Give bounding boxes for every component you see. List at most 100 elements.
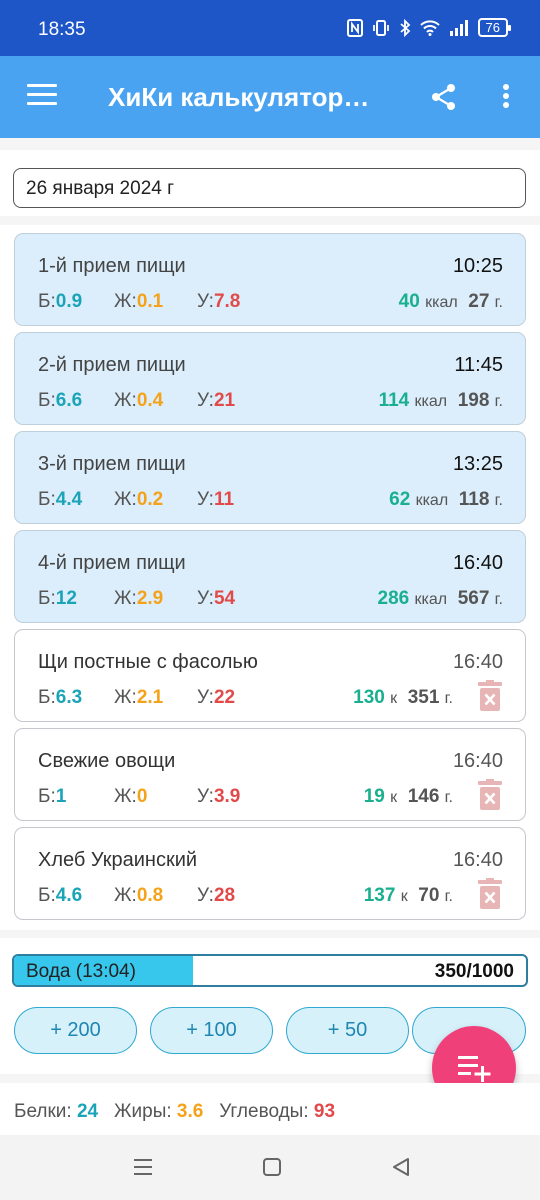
carbs-total-label: Углеводы: — [219, 1101, 309, 1122]
date-field[interactable]: 26 января 2024 г — [13, 168, 526, 208]
protein-value: 1 — [55, 786, 67, 807]
share-icon[interactable] — [430, 83, 458, 111]
fat-value: 0 — [136, 786, 148, 807]
grams-unit: г. — [494, 294, 503, 311]
food-name: Хлеб Украинский — [38, 849, 198, 871]
grams-value: 351 — [407, 687, 440, 708]
carbs-total: 93 — [313, 1101, 336, 1122]
meal-card[interactable]: 1-й прием пищи 10:25 Б:0.9 Ж:0.1 У:7.8 40 кка… — [14, 233, 526, 326]
meal-card[interactable]: 3-й прием пищи 13:25 Б:4.4 Ж:0.2 У:11 62 ккал… — [14, 431, 526, 524]
meal-time: 10:25 — [452, 255, 503, 277]
carbs-value: 3.9 — [213, 786, 241, 807]
fat-label: Ж: — [114, 291, 137, 312]
add-water-200-button[interactable]: + 200 — [14, 1007, 137, 1054]
protein-value: 0.9 — [55, 291, 83, 312]
back-icon[interactable] — [391, 1157, 411, 1177]
carbs-label: У: — [197, 687, 214, 708]
grams-value: 198 — [457, 390, 490, 411]
carbs-value: 11 — [213, 489, 235, 510]
fat-label: Ж: — [114, 885, 137, 906]
fat-value: 0.8 — [136, 885, 164, 906]
trash-icon[interactable] — [477, 878, 503, 910]
status-time: 18:35 — [38, 19, 86, 40]
protein-value: 4.6 — [55, 885, 83, 906]
carbs-label: У: — [197, 786, 214, 807]
kcal-value: 19 — [363, 786, 385, 807]
grams-unit: г. — [444, 789, 453, 806]
more-vert-icon[interactable] — [500, 84, 512, 110]
grams-unit: г. — [494, 492, 503, 509]
carbs-label: У: — [197, 291, 214, 312]
carbs-label: У: — [197, 885, 214, 906]
energy-weight: 40 ккал 27 г. — [399, 291, 503, 313]
kcal-unit: ккал — [414, 591, 448, 608]
meal-time: 13:25 — [452, 453, 503, 475]
kcal-value: 130 — [353, 687, 385, 708]
kcal-unit: к — [390, 690, 398, 707]
meal-card[interactable]: 2-й прием пищи 11:45 Б:6.6 Ж:0.4 У:21 114 кка… — [14, 332, 526, 425]
fat-label: Ж: — [114, 390, 137, 411]
meal-time: 16:40 — [452, 552, 503, 574]
app-bar: ХиКи калькулятор… — [0, 56, 540, 138]
kcal-unit: ккал — [414, 393, 448, 410]
kcal-unit: к — [390, 789, 398, 806]
fat-value: 0.2 — [136, 489, 164, 510]
kcal-unit: ккал — [425, 294, 458, 311]
food-item-card[interactable]: Хлеб Украинский 16:40 Б:4.6 Ж:0.8 У:28 137 к … — [14, 827, 526, 920]
kcal-value: 286 — [377, 588, 410, 609]
meal-time: 11:45 — [454, 354, 503, 376]
carbs-value: 28 — [213, 885, 236, 906]
energy-weight: 137 к 70 г. — [364, 885, 453, 907]
meal-card[interactable]: 4-й прием пищи 16:40 Б:12 Ж:2.9 У:54 286 ккал… — [14, 530, 526, 623]
energy-weight: 19 к 146 г. — [364, 786, 453, 808]
meal-name: 1-й прием пищи — [38, 255, 186, 277]
protein-total: 24 — [76, 1101, 99, 1122]
kcal-value: 114 — [378, 390, 410, 411]
water-value: 350/1000 — [434, 961, 514, 982]
fat-value: 2.9 — [136, 588, 164, 609]
protein-label: Б: — [38, 489, 56, 510]
food-time: 16:40 — [452, 651, 503, 673]
fat-total: 3.6 — [176, 1101, 204, 1122]
food-time: 16:40 — [452, 849, 503, 871]
energy-weight: 286 ккал 567 г. — [378, 588, 503, 610]
food-item-card[interactable]: Щи постные с фасолью 16:40 Б:6.3 Ж:2.1 У:22 1… — [14, 629, 526, 722]
food-name: Свежие овощи — [38, 750, 176, 772]
kcal-unit: ккал — [415, 492, 449, 509]
fat-label: Ж: — [114, 786, 137, 807]
fat-label: Ж: — [114, 489, 137, 510]
carbs-value: 22 — [213, 687, 236, 708]
water-progress-bar: Вода (13:04) 350/1000 — [12, 954, 528, 987]
date-panel: 26 января 2024 г — [0, 150, 540, 216]
protein-label: Б: — [38, 588, 56, 609]
food-item-card[interactable]: Свежие овощи 16:40 Б:1 Ж:0 У:3.9 19 к 146 г. — [14, 728, 526, 821]
trash-icon[interactable] — [477, 680, 503, 712]
carbs-value: 21 — [213, 390, 236, 411]
meal-name: 4-й прием пищи — [38, 552, 186, 574]
kcal-value: 137 — [363, 885, 396, 906]
carbs-label: У: — [197, 390, 214, 411]
protein-value: 12 — [55, 588, 77, 609]
food-time: 16:40 — [452, 750, 503, 772]
recents-icon[interactable] — [132, 1157, 154, 1177]
home-icon[interactable] — [262, 1157, 282, 1177]
protein-label: Б: — [38, 390, 56, 411]
fat-label: Ж: — [114, 588, 137, 609]
water-label: Вода (13:04) — [26, 961, 136, 982]
grams-value: 567 — [457, 588, 490, 609]
carbs-label: У: — [197, 588, 214, 609]
protein-label: Б: — [38, 291, 56, 312]
grams-value: 70 — [418, 885, 440, 906]
meal-name: 2-й прием пищи — [38, 354, 186, 376]
grams-value: 118 — [458, 489, 490, 510]
carbs-value: 54 — [213, 588, 236, 609]
add-water-100-button[interactable]: + 100 — [150, 1007, 273, 1054]
kcal-value: 62 — [389, 489, 411, 510]
menu-icon[interactable] — [27, 84, 57, 106]
status-bar: 18:35 76 — [0, 0, 540, 56]
bluetooth-icon — [399, 18, 410, 37]
totals-panel: Белки: 24 Жиры: 3.6 Углеводы: 93 — [0, 1083, 540, 1135]
add-water-50-button[interactable]: + 50 — [286, 1007, 409, 1054]
trash-icon[interactable] — [477, 779, 503, 811]
fat-value: 0.1 — [136, 291, 164, 312]
